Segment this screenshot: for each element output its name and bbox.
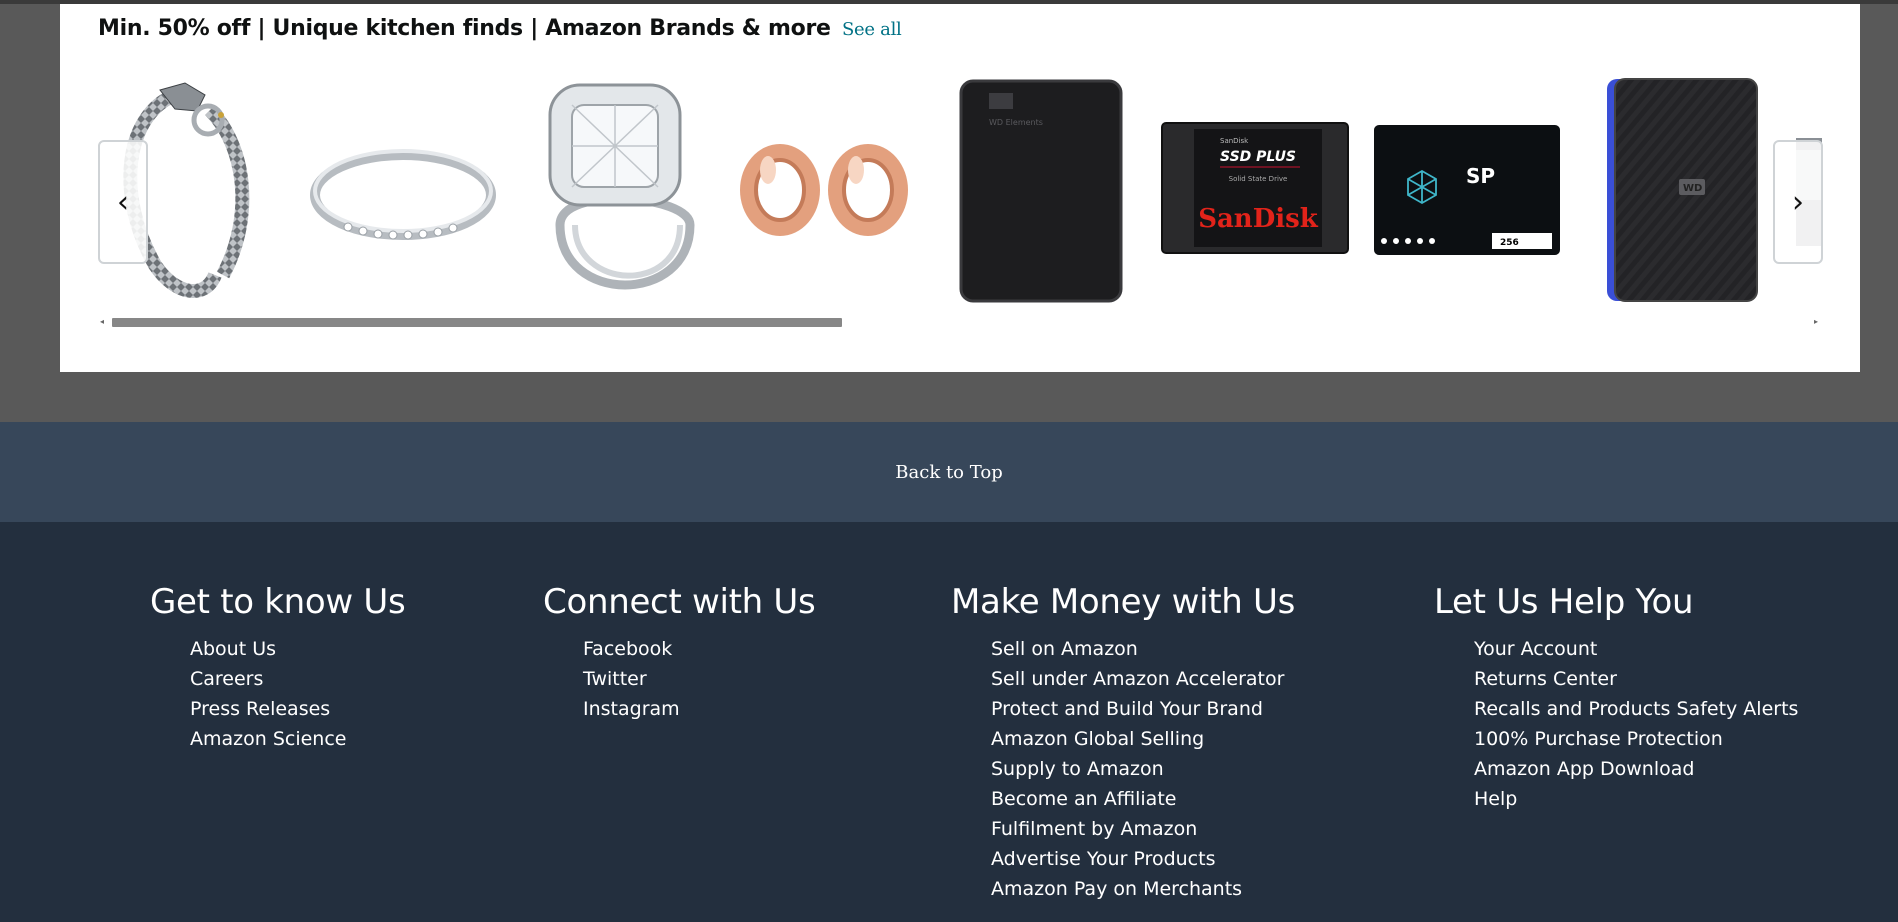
ssd-model-label: SSD PLUS <box>1220 149 1296 165</box>
carousel-title-text: Min. 50% off | Unique kitchen finds | Am… <box>98 16 831 41</box>
sp-capacity-label: 256 <box>1500 238 1519 248</box>
product-item[interactable] <box>728 70 918 310</box>
footer-link[interactable]: Careers <box>190 664 405 694</box>
see-all-link[interactable]: See all <box>842 19 902 40</box>
footer-link[interactable]: 100% Purchase Protection <box>1474 724 1798 754</box>
footer-link[interactable]: Amazon Science <box>190 724 405 754</box>
wd-blue-label: WD <box>1683 183 1702 194</box>
product-strip: WD Elements SanDisk SSD PLUS Solid State… <box>98 70 1822 310</box>
sp-brand-label: SP <box>1466 164 1495 188</box>
footer-column-get-to-know-us: Get to know Us About Us Careers Press Re… <box>150 582 406 754</box>
footer-link[interactable]: Supply to Amazon <box>991 754 1295 784</box>
sandisk-ssd-image: SanDisk SSD PLUS Solid State Drive SanDi… <box>1161 122 1349 254</box>
footer-link[interactable]: Amazon Pay on Merchants <box>991 874 1295 904</box>
sandisk-small-label: SanDisk <box>1220 137 1249 145</box>
sp-ssd-image: SP 256 <box>1374 125 1560 255</box>
footer-link-list: About Us Careers Press Releases Amazon S… <box>150 634 405 754</box>
footer-link[interactable]: Twitter <box>583 664 815 694</box>
footer-column-let-us-help-you: Let Us Help You Your Account Returns Cen… <box>1434 582 1798 814</box>
silver-ring-image <box>310 149 496 240</box>
rose-gold-ear-plugs-image <box>740 144 908 236</box>
carousel-prev-button[interactable]: ‹ <box>98 140 148 264</box>
ssd-sub-label: Solid State Drive <box>1229 175 1288 183</box>
footer-heading: Connect with Us <box>543 582 816 622</box>
carousel-title: Min. 50% off | Unique kitchen finds | Am… <box>98 16 902 41</box>
wd-label: WD Elements <box>989 118 1043 127</box>
product-carousel-card: Min. 50% off | Unique kitchen finds | Am… <box>60 4 1860 372</box>
footer-link[interactable]: Amazon App Download <box>1474 754 1798 784</box>
footer-link[interactable]: Your Account <box>1474 634 1798 664</box>
footer-link[interactable]: Advertise Your Products <box>991 844 1295 874</box>
product-item[interactable]: SanDisk SSD PLUS Solid State Drive SanDi… <box>1160 70 1350 310</box>
carousel-next-button[interactable]: › <box>1773 140 1823 264</box>
footer-link[interactable]: Amazon Global Selling <box>991 724 1295 754</box>
footer-link-list: Facebook Twitter Instagram <box>543 634 815 724</box>
product-item[interactable]: WD Elements <box>948 70 1128 310</box>
footer-link[interactable]: Facebook <box>583 634 815 664</box>
back-to-top-label: Back to Top <box>895 461 1003 483</box>
wd-blue-drive-image: WD <box>1607 78 1758 302</box>
footer-heading: Get to know Us <box>150 582 406 622</box>
chevron-left-icon: ‹ <box>117 184 129 220</box>
footer-link[interactable]: About Us <box>190 634 405 664</box>
footer-link[interactable]: Recalls and Products Safety Alerts <box>1474 694 1798 724</box>
footer-link[interactable]: Instagram <box>583 694 815 724</box>
scroll-left-icon[interactable]: ◂ <box>100 316 104 328</box>
product-item[interactable] <box>520 70 710 310</box>
sandisk-brand-label: SanDisk <box>1198 204 1319 234</box>
footer-heading: Let Us Help You <box>1434 582 1694 622</box>
footer-column-make-money-with-us: Make Money with Us Sell on Amazon Sell u… <box>951 582 1295 904</box>
scroll-right-icon[interactable]: ▸ <box>1814 316 1818 328</box>
diamond-ring-set-image <box>548 83 695 290</box>
product-item[interactable]: SP 256 <box>1372 70 1562 310</box>
footer-link-list: Sell on Amazon Sell under Amazon Acceler… <box>951 634 1295 904</box>
footer-link[interactable]: Become an Affiliate <box>991 784 1295 814</box>
footer-heading: Make Money with Us <box>951 582 1296 622</box>
footer-link-list: Your Account Returns Center Recalls and … <box>1434 634 1798 814</box>
footer-link[interactable]: Help <box>1474 784 1798 814</box>
site-footer: Get to know Us About Us Careers Press Re… <box>0 522 1898 922</box>
wd-external-drive-image: WD Elements <box>959 79 1123 303</box>
chevron-right-icon: › <box>1792 184 1804 220</box>
product-item[interactable]: WD <box>1588 70 1768 310</box>
scrollbar-track[interactable] <box>112 318 1810 327</box>
footer-link[interactable]: Sell on Amazon <box>991 634 1295 664</box>
carousel-scrollbar[interactable]: ◂ ▸ <box>100 316 1824 328</box>
back-to-top-button[interactable]: Back to Top <box>0 422 1898 522</box>
footer-link[interactable]: Protect and Build Your Brand <box>991 694 1295 724</box>
footer-link[interactable]: Fulfilment by Amazon <box>991 814 1295 844</box>
footer-column-connect-with-us: Connect with Us Facebook Twitter Instagr… <box>543 582 816 724</box>
footer-link[interactable]: Sell under Amazon Accelerator <box>991 664 1295 694</box>
scrollbar-thumb[interactable] <box>112 318 843 327</box>
footer-link[interactable]: Press Releases <box>190 694 405 724</box>
footer-link[interactable]: Returns Center <box>1474 664 1798 694</box>
product-item[interactable] <box>308 70 498 310</box>
